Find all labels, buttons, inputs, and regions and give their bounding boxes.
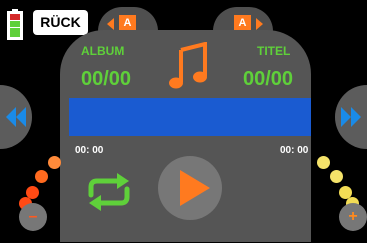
level-dot bbox=[330, 170, 343, 183]
level-dot bbox=[317, 156, 330, 169]
arrow-right-icon bbox=[256, 18, 263, 30]
battery-icon bbox=[7, 9, 23, 40]
title-counter: 00/00 bbox=[243, 68, 294, 90]
progress-bar[interactable] bbox=[69, 98, 311, 136]
total-time: 00: 00 bbox=[280, 145, 309, 156]
level-dot bbox=[35, 170, 48, 183]
repeat-icon[interactable] bbox=[79, 171, 139, 213]
back-button[interactable]: RÜCK bbox=[33, 10, 88, 35]
arrow-left-icon bbox=[107, 18, 114, 30]
next-button[interactable] bbox=[335, 85, 367, 149]
level-dot bbox=[48, 156, 61, 169]
fast-forward-icon bbox=[341, 107, 361, 127]
elapsed-time: 00: 00 bbox=[75, 145, 104, 156]
album-counter: 00/00 bbox=[81, 68, 132, 90]
previous-button[interactable] bbox=[0, 85, 32, 149]
album-label: ALBUM bbox=[81, 44, 125, 58]
volume-down-button[interactable]: – bbox=[19, 203, 47, 231]
volume-up-button[interactable]: + bbox=[339, 203, 367, 231]
music-note-icon bbox=[169, 42, 207, 89]
title-label: TITEL bbox=[257, 44, 291, 58]
play-button[interactable] bbox=[158, 156, 222, 220]
rewind-icon bbox=[6, 107, 26, 127]
player-panel: ALBUM 00/00 TITEL 00/00 00: 00 00: 00 bbox=[60, 30, 311, 242]
play-icon bbox=[180, 170, 210, 206]
